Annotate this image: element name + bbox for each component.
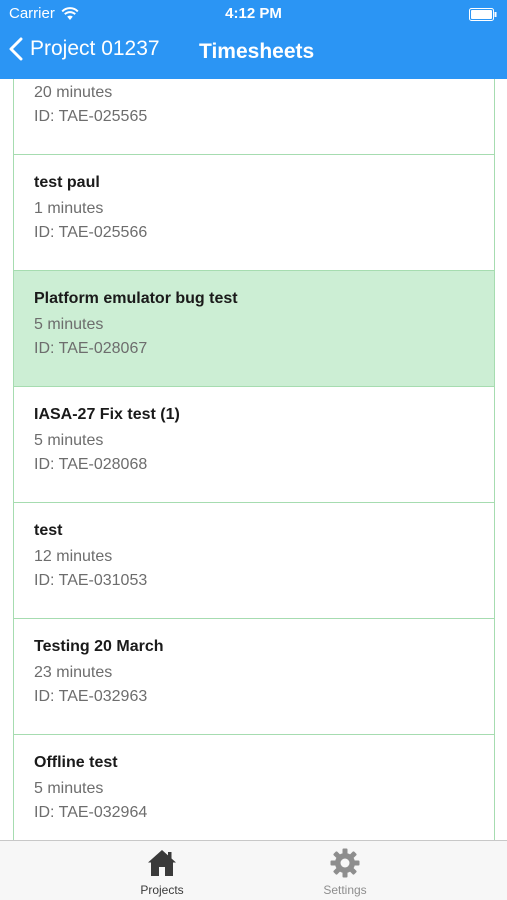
tab-bar: Projects Settings	[0, 840, 507, 900]
timesheet-id: ID: TAE-028067	[34, 340, 148, 357]
timesheet-duration: 20 minutes	[34, 84, 113, 101]
header: Carrier 4:12 PM Project 01237 Timesheets	[0, 0, 507, 79]
gear-icon	[330, 848, 360, 878]
timesheet-row-selected[interactable]: Platform emulator bug test 5 minutes ID:…	[14, 271, 494, 387]
timesheet-row[interactable]: test paul 1 minutes ID: TAE-025566	[14, 155, 494, 271]
tab-settings[interactable]: Settings	[285, 841, 405, 900]
timesheet-duration: 1 minutes	[34, 200, 104, 217]
timesheet-id: ID: TAE-032963	[34, 688, 148, 705]
timesheet-id: ID: TAE-032964	[34, 804, 148, 821]
tab-settings-label: Settings	[323, 883, 367, 897]
timesheet-duration: 5 minutes	[34, 780, 104, 797]
timesheet-title: Offline test	[34, 754, 118, 771]
timesheet-row[interactable]: Testing 20 March 23 minutes ID: TAE-0329…	[14, 619, 494, 735]
timesheet-id: ID: TAE-031053	[34, 572, 148, 589]
timesheet-title: Testing 20 March	[34, 638, 164, 655]
back-button[interactable]: Project 01237	[8, 37, 160, 61]
timesheet-title: test	[34, 522, 63, 539]
timesheet-row[interactable]: 20 minutes ID: TAE-025565	[14, 79, 494, 155]
chevron-left-icon	[9, 37, 23, 61]
tab-projects[interactable]: Projects	[102, 841, 222, 900]
status-bar: Carrier 4:12 PM	[0, 0, 507, 28]
timesheets-screen: Carrier 4:12 PM Project 01237 Timesheets…	[0, 0, 507, 900]
timesheet-row[interactable]: test 12 minutes ID: TAE-031053	[14, 503, 494, 619]
home-icon	[148, 850, 176, 876]
timesheet-row[interactable]: IASA-27 Fix test (1) 5 minutes ID: TAE-0…	[14, 387, 494, 503]
timesheet-title: test paul	[34, 174, 100, 191]
nav-bar: Project 01237 Timesheets	[0, 28, 507, 79]
page-title: Timesheets	[199, 40, 315, 63]
timesheet-row[interactable]: Offline test 5 minutes ID: TAE-032964	[14, 735, 494, 840]
timesheet-id: ID: TAE-025566	[34, 224, 148, 241]
timesheet-title: Platform emulator bug test	[34, 290, 238, 307]
timesheet-id: ID: TAE-028068	[34, 456, 148, 473]
status-time: 4:12 PM	[225, 5, 282, 22]
timesheet-id: ID: TAE-025565	[34, 108, 148, 125]
timesheet-duration: 5 minutes	[34, 316, 104, 333]
timesheet-list-viewport[interactable]: 20 minutes ID: TAE-025565 test paul 1 mi…	[0, 79, 507, 840]
battery-icon	[469, 8, 497, 21]
timesheet-duration: 12 minutes	[34, 548, 113, 565]
timesheet-duration: 23 minutes	[34, 664, 113, 681]
tab-projects-label: Projects	[140, 883, 184, 897]
timesheet-title: IASA-27 Fix test (1)	[34, 406, 180, 423]
timesheet-duration: 5 minutes	[34, 432, 104, 449]
timesheet-list: 20 minutes ID: TAE-025565 test paul 1 mi…	[13, 79, 495, 840]
back-button-label: Project 01237	[30, 37, 160, 60]
